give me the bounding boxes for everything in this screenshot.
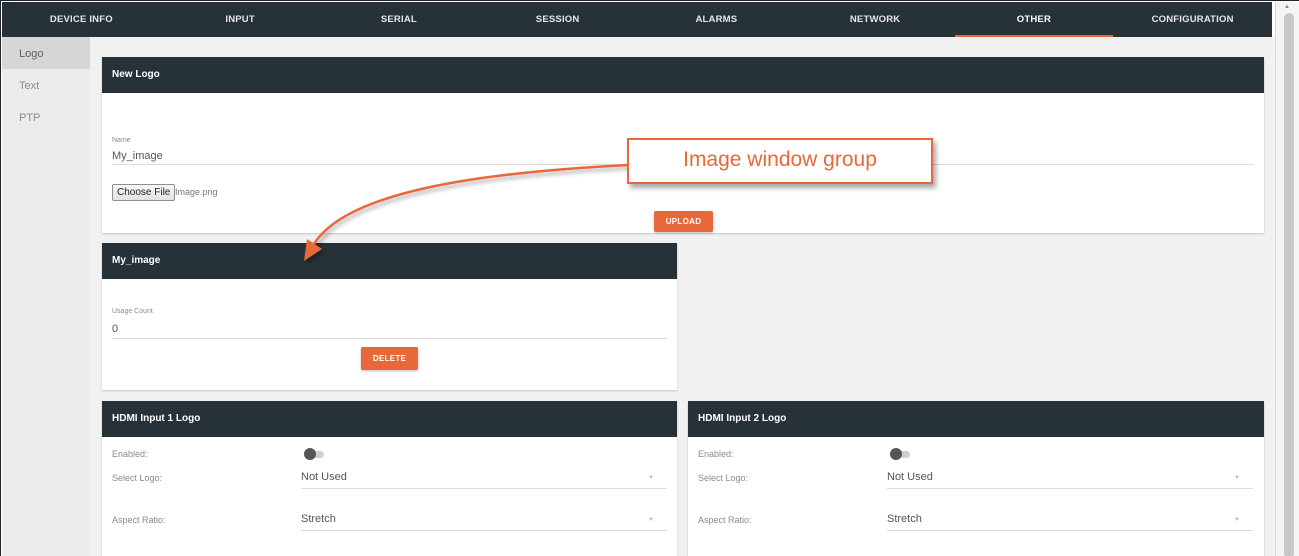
tab-configuration[interactable]: CONFIGURATION [1113, 2, 1272, 37]
upload-button[interactable]: UPLOAD [654, 211, 713, 232]
scroll-up-icon[interactable]: ▲ [1284, 4, 1290, 10]
hdmi2-enabled-label: Enabled: [698, 449, 734, 459]
chevron-down-icon[interactable]: ▼ [1234, 475, 1240, 481]
tab-other[interactable]: OTHER [954, 2, 1114, 37]
hdmi2-aspect-label: Aspect Ratio: [698, 515, 752, 525]
chevron-down-icon[interactable]: ▼ [648, 475, 654, 481]
sidebar-item-ptp[interactable]: PTP [2, 101, 90, 133]
sidebar-item-text[interactable]: Text [2, 69, 90, 101]
hdmi1-aspect-label: Aspect Ratio: [112, 515, 166, 525]
vertical-scrollbar[interactable]: ▲ [1275, 2, 1299, 556]
tab-input[interactable]: INPUT [161, 2, 320, 37]
sidebar-item-logo[interactable]: Logo [2, 37, 90, 69]
tab-device-info[interactable]: DEVICE INFO [2, 2, 161, 37]
file-name-text: Image.png [175, 187, 218, 197]
hdmi1-enabled-label: Enabled: [112, 449, 148, 459]
sidebar: Logo Text PTP [2, 37, 90, 556]
hdmi1-title: HDMI Input 1 Logo [102, 401, 677, 437]
tab-network[interactable]: NETWORK [796, 2, 955, 37]
hdmi1-select-logo-dropdown[interactable]: Not Used [301, 471, 347, 483]
usage-count-label: Usage Count [112, 308, 153, 315]
top-nav: DEVICE INFO INPUT SERIAL SESSION ALARMS … [2, 2, 1272, 37]
hdmi2-aspect-underline [887, 530, 1253, 531]
image-window-group-callout: Image window group [627, 138, 933, 184]
scroll-thumb[interactable] [1284, 13, 1294, 556]
tab-session[interactable]: SESSION [478, 2, 637, 37]
usage-count-value: 0 [112, 323, 119, 335]
hdmi-input-1-logo-card: HDMI Input 1 Logo Enabled: Select Logo: … [102, 401, 677, 556]
name-label: Name [112, 137, 131, 144]
toggle-knob [890, 448, 902, 460]
delete-button[interactable]: DELETE [361, 347, 418, 370]
hdmi1-aspect-underline [301, 530, 667, 531]
hdmi2-select-logo-dropdown[interactable]: Not Used [887, 471, 933, 483]
hdmi1-enabled-toggle[interactable] [304, 448, 326, 460]
hdmi1-select-underline [301, 488, 667, 489]
tab-serial[interactable]: SERIAL [320, 2, 479, 37]
new-logo-title: New Logo [102, 57, 1264, 93]
chevron-down-icon[interactable]: ▼ [648, 517, 654, 523]
hdmi1-select-logo-label: Select Logo: [112, 473, 163, 483]
toggle-knob [304, 448, 316, 460]
main-content: New Logo Name My_image Choose File Image… [90, 37, 1275, 556]
name-input[interactable]: My_image [112, 150, 163, 162]
hdmi2-enabled-toggle[interactable] [890, 448, 912, 460]
hdmi2-select-underline [887, 488, 1253, 489]
hdmi1-aspect-dropdown[interactable]: Stretch [301, 513, 336, 525]
hdmi-input-2-logo-card: HDMI Input 2 Logo Enabled: Select Logo: … [688, 401, 1264, 556]
hdmi2-title: HDMI Input 2 Logo [688, 401, 1264, 437]
app-window: DEVICE INFO INPUT SERIAL SESSION ALARMS … [0, 0, 1299, 556]
choose-file-button[interactable]: Choose File [112, 184, 176, 201]
tab-alarms[interactable]: ALARMS [637, 2, 796, 37]
hdmi2-aspect-dropdown[interactable]: Stretch [887, 513, 922, 525]
image-window-card: My_image Usage Count 0 DELETE [102, 243, 677, 390]
usage-underline [112, 338, 667, 339]
image-card-title: My_image [102, 243, 677, 279]
chevron-down-icon[interactable]: ▼ [1234, 517, 1240, 523]
hdmi2-select-logo-label: Select Logo: [698, 473, 749, 483]
